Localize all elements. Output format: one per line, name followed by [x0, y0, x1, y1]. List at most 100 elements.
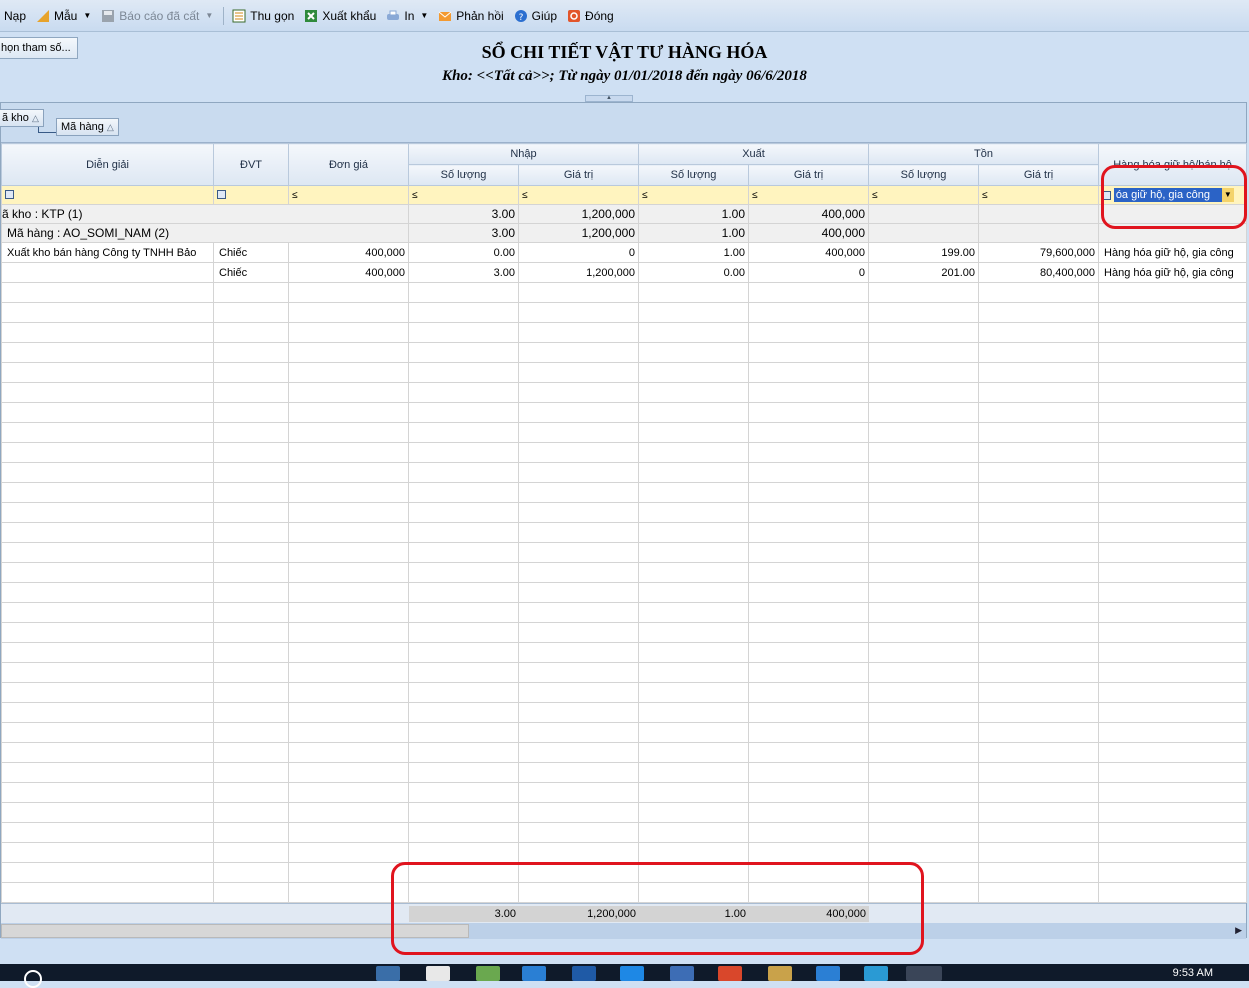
empty-cell: [408, 282, 519, 303]
empty-cell: [517, 582, 640, 603]
filter-unit-price[interactable]: ≤: [288, 185, 409, 205]
feedback-button[interactable]: Phản hồi: [438, 8, 504, 23]
empty-cell: [408, 782, 519, 803]
help-button[interactable]: ? Giúp: [514, 9, 557, 23]
empty-cell: [1098, 762, 1248, 783]
col-header-stock-qty[interactable]: Số lượng: [868, 164, 980, 186]
sort-asc-icon: △: [31, 112, 39, 123]
search-icon[interactable]: [24, 970, 42, 988]
col-header-import-value[interactable]: Giá trị: [517, 164, 640, 186]
empty-cell: [868, 582, 980, 603]
empty-cell: [517, 722, 640, 743]
saved-reports-button[interactable]: Báo cáo đã cất ▼: [101, 9, 213, 23]
empty-cell: [978, 602, 1100, 623]
group-chip-warehouse[interactable]: ã kho △: [0, 109, 44, 127]
empty-cell: [868, 422, 980, 443]
empty-cell: [638, 662, 750, 683]
empty-cell: [638, 282, 750, 303]
col-header-stock-value[interactable]: Giá trị: [978, 164, 1100, 186]
filter-export-qty[interactable]: ≤: [638, 185, 750, 205]
empty-cell: [748, 602, 870, 623]
empty-cell: [1, 462, 214, 483]
cell-unit: Chiếc: [213, 262, 289, 283]
empty-cell: [408, 302, 519, 323]
col-header-unit[interactable]: ĐVT: [213, 143, 289, 186]
cell-consignment: Hàng hóa giữ hộ, gia công: [1098, 262, 1248, 283]
app-icon[interactable]: [718, 966, 742, 981]
empty-cell: [213, 502, 289, 523]
empty-cell: [748, 702, 870, 723]
scroll-right-icon[interactable]: ▶: [1235, 925, 1242, 936]
filter-import-qty[interactable]: ≤: [408, 185, 519, 205]
empty-cell: [748, 662, 870, 683]
empty-cell: [517, 502, 640, 523]
filter-stock-qty[interactable]: ≤: [868, 185, 980, 205]
col-header-export-value[interactable]: Giá trị: [748, 164, 870, 186]
app-icon[interactable]: [376, 966, 400, 981]
app-icon[interactable]: [864, 966, 888, 981]
filter-unit[interactable]: [213, 185, 289, 205]
toolbar-divider: [223, 6, 225, 25]
filter-stock-value[interactable]: ≤: [978, 185, 1100, 205]
empty-cell: [638, 562, 750, 583]
empty-cell: [408, 322, 519, 343]
app-icon[interactable]: [476, 966, 500, 981]
close-button[interactable]: Đóng: [567, 9, 614, 23]
empty-cell: [517, 762, 640, 783]
collapse-header-tab[interactable]: ▲: [585, 95, 633, 102]
empty-cell: [978, 382, 1100, 403]
save-icon: [102, 9, 115, 22]
col-header-import-qty[interactable]: Số lượng: [408, 164, 519, 186]
empty-cell: [868, 842, 980, 863]
empty-cell: [978, 482, 1100, 503]
empty-cell: [748, 822, 870, 843]
app-icon[interactable]: [816, 966, 840, 981]
app-icon[interactable]: [426, 966, 450, 981]
app-icon[interactable]: [768, 966, 792, 981]
reload-button[interactable]: Nạp: [4, 9, 26, 23]
export-button[interactable]: Xuất khẩu: [304, 9, 376, 23]
filter-import-value[interactable]: ≤: [517, 185, 640, 205]
collapse-button[interactable]: Thu gọn: [232, 9, 294, 23]
group-row-item[interactable]: Mã hàng : AO_SOMI_NAM (2) 3.00 1,200,000…: [1, 223, 1248, 243]
browser-icon[interactable]: [522, 966, 546, 981]
empty-row: [1, 362, 1248, 383]
filter-description[interactable]: [1, 185, 214, 205]
empty-cell: [1098, 642, 1248, 663]
empty-cell: [288, 422, 409, 443]
close-icon: [568, 9, 581, 22]
active-app-icon[interactable]: [906, 966, 942, 981]
feedback-label: Phản hồi: [456, 8, 504, 23]
empty-cell: [213, 462, 289, 483]
group-import-qty: 3.00: [408, 223, 519, 243]
filter-export-value[interactable]: ≤: [748, 185, 870, 205]
empty-row: [1, 382, 1248, 403]
col-header-unit-price[interactable]: Đơn giá: [288, 143, 409, 186]
empty-cell: [1, 642, 214, 663]
app-icon[interactable]: [670, 966, 694, 981]
empty-cell: [638, 362, 750, 383]
print-button[interactable]: In ▼: [386, 9, 428, 23]
template-button[interactable]: Mẫu ▼: [36, 9, 91, 23]
app-icon[interactable]: [572, 966, 596, 981]
empty-cell: [638, 782, 750, 803]
col-header-export-qty[interactable]: Số lượng: [638, 164, 750, 186]
empty-cell: [408, 602, 519, 623]
group-row-warehouse[interactable]: ã kho : KTP (1) 3.00 1,200,000 1.00 400,…: [1, 204, 1248, 224]
group-chip-item[interactable]: Mã hàng △: [56, 118, 119, 136]
app-icon[interactable]: [620, 966, 644, 981]
col-header-description[interactable]: Diễn giải: [1, 143, 214, 186]
empty-cell: [1, 622, 214, 643]
table-row[interactable]: Chiếc 400,000 3.00 1,200,000 0.00 0 201.…: [1, 262, 1248, 283]
empty-cell: [868, 542, 980, 563]
cell-import-qty: 0.00: [408, 242, 519, 263]
empty-cell: [1098, 382, 1248, 403]
empty-row: [1, 302, 1248, 323]
empty-cell: [213, 802, 289, 823]
table-row[interactable]: Xuất kho bán hàng Công ty TNHH Bảo Chiếc…: [1, 242, 1248, 263]
cell-unit-price: 400,000: [288, 242, 409, 263]
empty-cell: [978, 802, 1100, 823]
close-label: Đóng: [585, 8, 614, 23]
empty-cell: [213, 322, 289, 343]
empty-row: [1, 662, 1248, 683]
